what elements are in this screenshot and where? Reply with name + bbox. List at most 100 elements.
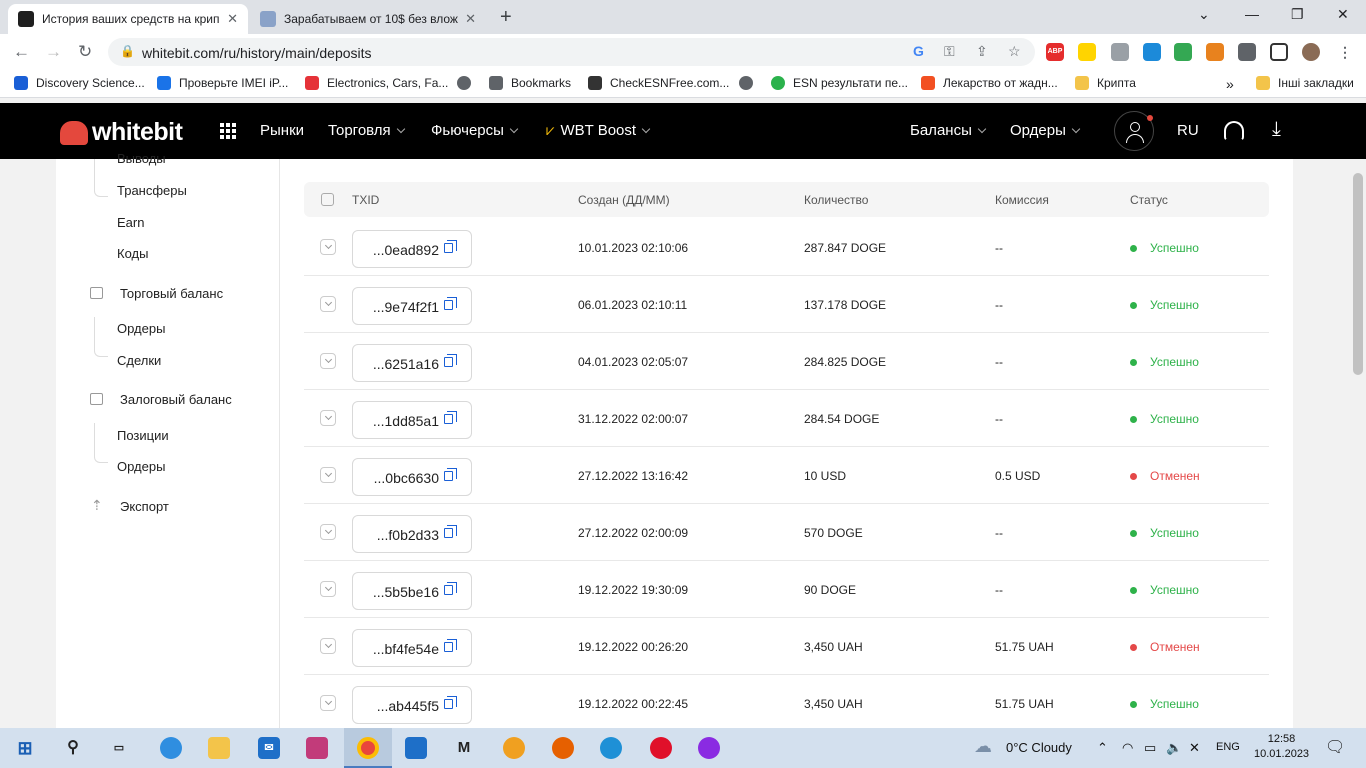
page-scrollbar[interactable] <box>1350 159 1366 728</box>
maximize-icon[interactable]: ❐ <box>1291 6 1304 23</box>
tab-search-icon[interactable]: ⌄ <box>1198 6 1210 23</box>
nav-futures[interactable]: Фьючерсы <box>431 122 519 139</box>
extension-icon[interactable] <box>1111 43 1129 61</box>
tray-chevron-up-icon[interactable]: ⌃ <box>1097 740 1108 756</box>
app-icon[interactable] <box>698 737 720 759</box>
bookmark-item[interactable]: Bookmarks <box>489 76 571 90</box>
expand-row-icon[interactable] <box>320 353 336 369</box>
nav-trading[interactable]: Торговля <box>328 122 405 139</box>
close-window-icon[interactable]: ✕ <box>1337 6 1349 23</box>
expand-row-icon[interactable] <box>320 410 336 426</box>
bookmark-item[interactable]: Discovery Science... <box>14 76 145 90</box>
store-icon[interactable] <box>306 737 328 759</box>
input-language[interactable]: ENG <box>1216 741 1240 753</box>
copy-icon[interactable] <box>444 354 457 367</box>
battery-icon[interactable]: ▭ <box>1144 740 1156 756</box>
adblock-icon[interactable]: ABP <box>1046 43 1064 61</box>
drive-icon[interactable] <box>1174 43 1192 61</box>
download-icon[interactable]: ⤓ <box>1272 118 1281 141</box>
copy-icon[interactable] <box>444 297 457 310</box>
bookmark-item[interactable]: Проверьте IMEI iP... <box>157 76 288 90</box>
notifications-icon[interactable]: 🗨 <box>1325 737 1345 757</box>
nav-markets[interactable]: Рынки <box>260 122 304 139</box>
vpn-shield-icon[interactable] <box>503 737 525 759</box>
expand-row-icon[interactable] <box>320 467 336 483</box>
firefox-icon[interactable] <box>552 737 574 759</box>
expand-row-icon[interactable] <box>320 638 336 654</box>
menu-dots-icon[interactable]: ⋮ <box>1336 43 1354 61</box>
sidebar-section-trade-balance[interactable]: Торговый баланс <box>120 286 223 301</box>
bookmark-item[interactable]: Лекарство от жадн... <box>921 76 1058 90</box>
copy-icon[interactable] <box>444 696 457 709</box>
minimize-icon[interactable]: — <box>1245 6 1259 22</box>
bookmark-item[interactable] <box>739 76 761 90</box>
columns-settings-icon[interactable] <box>321 193 334 206</box>
other-bookmarks-folder[interactable]: Інші закладки <box>1256 76 1354 90</box>
extensions-puzzle-icon[interactable] <box>1238 43 1256 61</box>
apps-grid-icon[interactable] <box>220 123 236 139</box>
chrome-icon[interactable] <box>357 737 379 759</box>
forward-icon[interactable]: → <box>45 42 62 62</box>
volume-muted-icon[interactable]: ✕ <box>1189 740 1200 756</box>
expand-row-icon[interactable] <box>320 296 336 312</box>
sidebar-item-trade-orders[interactable]: Ордеры <box>117 321 165 336</box>
speaker-icon[interactable]: 🔈 <box>1166 740 1182 756</box>
copy-icon[interactable] <box>444 525 457 538</box>
key-icon[interactable]: ⚿ <box>944 43 955 60</box>
mail-icon[interactable]: ✉ <box>258 737 280 759</box>
edge-icon[interactable] <box>160 737 182 759</box>
back-icon[interactable]: ← <box>13 42 30 62</box>
share-icon[interactable]: ⇪ <box>976 43 988 60</box>
task-view-icon[interactable]: ▭ <box>108 737 130 759</box>
close-tab-icon[interactable]: ✕ <box>227 11 238 27</box>
sidebar-item-earn[interactable]: Earn <box>117 215 144 230</box>
wifi-icon[interactable]: ◠ <box>1122 740 1133 756</box>
sidebar-item-positions[interactable]: Позиции <box>117 428 169 443</box>
copy-icon[interactable] <box>444 582 457 595</box>
bookmark-folder[interactable]: Крипта <box>1075 76 1136 90</box>
sidebar-item-codes[interactable]: Коды <box>117 246 148 261</box>
browser-tab[interactable]: Зарабатываем от 10$ без влож ✕ <box>250 4 486 34</box>
side-panel-icon[interactable] <box>1270 43 1288 61</box>
document-icon[interactable] <box>405 737 427 759</box>
opera-icon[interactable] <box>650 737 672 759</box>
sidebar-section-collateral-balance[interactable]: Залоговый баланс <box>120 392 232 407</box>
nav-orders[interactable]: Ордеры <box>1010 122 1081 139</box>
scrollbar-thumb[interactable] <box>1353 173 1363 375</box>
weather-text[interactable]: 0°C Cloudy <box>1006 740 1072 755</box>
google-icon[interactable]: G <box>913 43 924 59</box>
taskbar-app-m-icon[interactable]: M <box>453 737 475 759</box>
bookmark-item[interactable]: ESN результати пе... <box>771 76 908 90</box>
extension-icon[interactable] <box>1078 43 1096 61</box>
metamask-icon[interactable] <box>1206 43 1224 61</box>
sidebar-item-collateral-orders[interactable]: Ордеры <box>117 459 165 474</box>
whitebit-logo[interactable]: whitebit <box>60 118 183 147</box>
profile-button[interactable] <box>1114 111 1154 151</box>
copy-icon[interactable] <box>444 240 457 253</box>
file-explorer-icon[interactable] <box>208 737 230 759</box>
bookmark-item[interactable]: CheckESNFree.com... <box>588 76 729 90</box>
copy-icon[interactable] <box>444 411 457 424</box>
bookmark-item[interactable]: Electronics, Cars, Fa... <box>305 76 448 90</box>
expand-row-icon[interactable] <box>320 239 336 255</box>
copy-icon[interactable] <box>444 639 457 652</box>
support-headset-icon[interactable] <box>1224 121 1244 141</box>
address-bar[interactable]: 🔒 whitebit.com/ru/history/main/deposits … <box>108 38 1035 66</box>
copy-icon[interactable] <box>444 468 457 481</box>
bookmark-star-icon[interactable]: ☆ <box>1008 43 1021 60</box>
sidebar-item-transfers[interactable]: Трансферы <box>117 183 187 198</box>
more-bookmarks-icon[interactable]: » <box>1226 76 1234 92</box>
browser-tab-active[interactable]: История ваших средств на крип ✕ <box>8 4 248 34</box>
bookmark-item[interactable] <box>457 76 479 90</box>
sidebar-item-deals[interactable]: Сделки <box>117 353 161 368</box>
teamviewer-icon[interactable] <box>600 737 622 759</box>
taskbar-clock[interactable]: 12:58 10.01.2023 <box>1254 732 1309 762</box>
nav-balances[interactable]: Балансы <box>910 122 987 139</box>
expand-row-icon[interactable] <box>320 524 336 540</box>
nav-wbt-boost[interactable]: ⩗ WBT Boost <box>546 122 651 139</box>
shield-extension-icon[interactable] <box>1143 43 1161 61</box>
reload-icon[interactable]: ↻ <box>78 42 92 62</box>
search-icon[interactable]: ⚲ <box>62 737 84 759</box>
sidebar-item-export[interactable]: Экспорт <box>120 499 169 514</box>
close-tab-icon[interactable]: ✕ <box>465 11 476 27</box>
